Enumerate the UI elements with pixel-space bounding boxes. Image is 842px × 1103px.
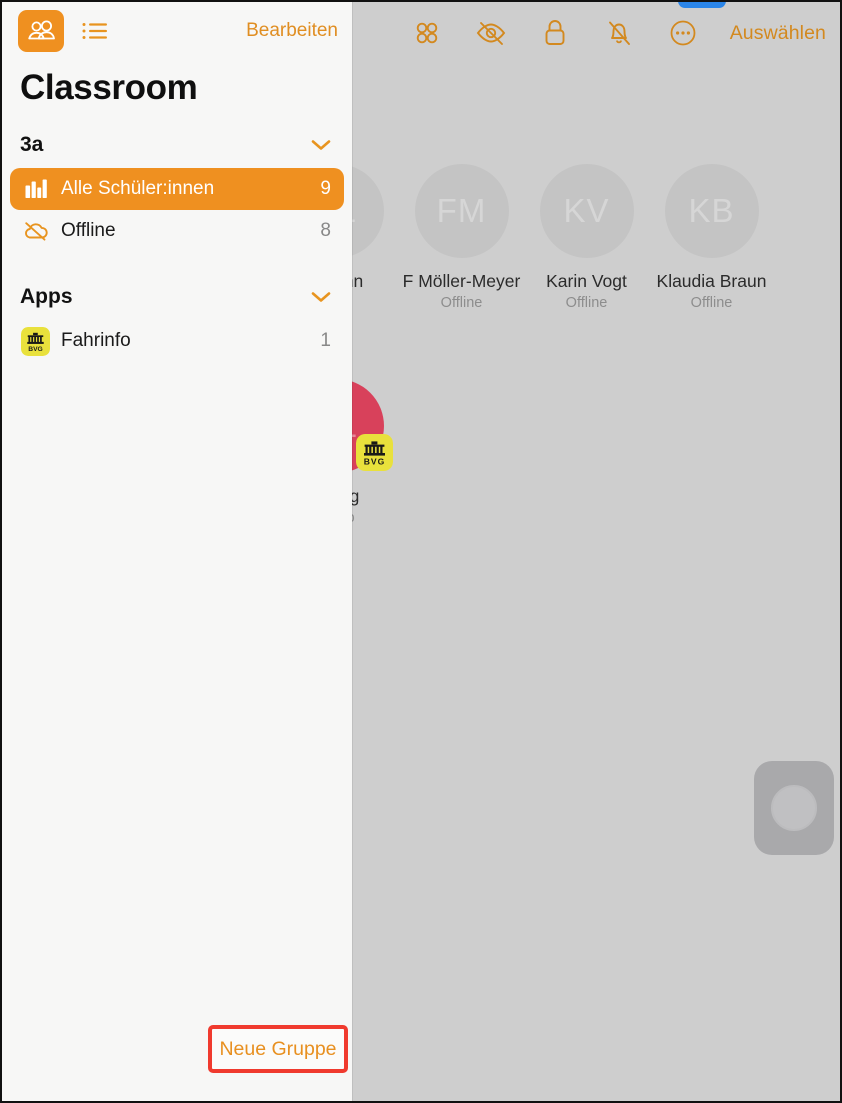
svg-text:BVG: BVG [28, 345, 43, 352]
student-cell[interactable]: KV Karin Vogt Offline [524, 152, 649, 311]
avatar-initials: KB [688, 192, 735, 229]
student-name: F Möller-Meyer [402, 271, 521, 291]
ellipsis-circle-icon[interactable] [664, 14, 702, 52]
student-row: FL hmann ffline FM F Möller-Meyer Offlin… [274, 152, 840, 311]
avatar-initials: FM [436, 192, 487, 229]
page-title: Classroom [20, 68, 198, 107]
sidebar-item-fahrinfo[interactable]: BVG Fahrinfo 1 [10, 320, 344, 362]
chevron-down-icon[interactable] [310, 138, 332, 152]
bulleted-list-icon[interactable] [76, 12, 114, 50]
section-header-apps[interactable]: Apps [2, 274, 352, 320]
student-name: Klaudia Braun [656, 271, 767, 291]
sidebar-topbar: Bearbeiten [2, 2, 352, 60]
student-cell[interactable]: KB Klaudia Braun Offline [649, 152, 774, 311]
lock-icon[interactable] [536, 14, 574, 52]
sidebar-item-count: 9 [320, 178, 331, 199]
sidebar: Bearbeiten Classroom 3a Alle Schüler:inn… [2, 2, 352, 1101]
sidebar-item-label: Offline [61, 220, 116, 241]
bvg-fahrinfo-icon: BVG [355, 434, 393, 471]
eye-slash-icon[interactable] [472, 14, 510, 52]
grid-four-circles-icon[interactable] [408, 14, 446, 52]
bvg-fahrinfo-icon: BVG [21, 326, 50, 356]
section-header-class[interactable]: 3a [2, 122, 352, 168]
bell-slash-icon[interactable] [600, 14, 638, 52]
sidebar-item-label: Fahrinfo [61, 330, 131, 351]
sidebar-item-count: 1 [320, 330, 331, 351]
svg-text:BVG: BVG [363, 456, 385, 466]
student-status: Offline [690, 295, 733, 311]
sidebar-item-offline[interactable]: Offline 8 [10, 210, 344, 252]
edit-button[interactable]: Bearbeiten [246, 20, 338, 42]
sidebar-item-label: Alle Schüler:innen [61, 178, 215, 199]
record-circle-icon [771, 785, 817, 831]
student-status: Offline [565, 295, 608, 311]
books-icon [21, 175, 50, 203]
sidebar-item-count: 8 [320, 220, 331, 241]
avatar: KB [664, 164, 759, 258]
section-title: Apps [20, 285, 73, 308]
student-name: Karin Vogt [546, 271, 627, 291]
sidebar-footer: Neue Gruppe [2, 1025, 352, 1101]
avatar: KV [539, 164, 634, 258]
student-status: Offline [440, 295, 483, 311]
two-people-icon[interactable] [18, 10, 64, 52]
new-group-button[interactable]: Neue Gruppe [219, 1038, 336, 1061]
section-title: 3a [20, 133, 44, 156]
cloud-slash-icon [21, 217, 50, 245]
chevron-down-icon[interactable] [310, 290, 332, 304]
avatar-initials: KV [563, 192, 610, 229]
new-group-highlight-box: Neue Gruppe [208, 1025, 348, 1073]
screen: Auswählen FL hmann ffline FM F Möller-Me… [0, 0, 842, 1103]
main-toolbar: Auswählen [352, 2, 840, 64]
sidebar-item-all-students[interactable]: Alle Schüler:innen 9 [10, 168, 344, 210]
student-cell[interactable]: FM F Möller-Meyer Offline [399, 152, 524, 311]
student-row: SL [274, 367, 840, 526]
student-grid: FL hmann ffline FM F Möller-Meyer Offlin… [274, 152, 840, 526]
avatar: FM [414, 164, 509, 258]
record-home-button[interactable] [754, 761, 834, 855]
select-button[interactable]: Auswählen [728, 22, 826, 45]
